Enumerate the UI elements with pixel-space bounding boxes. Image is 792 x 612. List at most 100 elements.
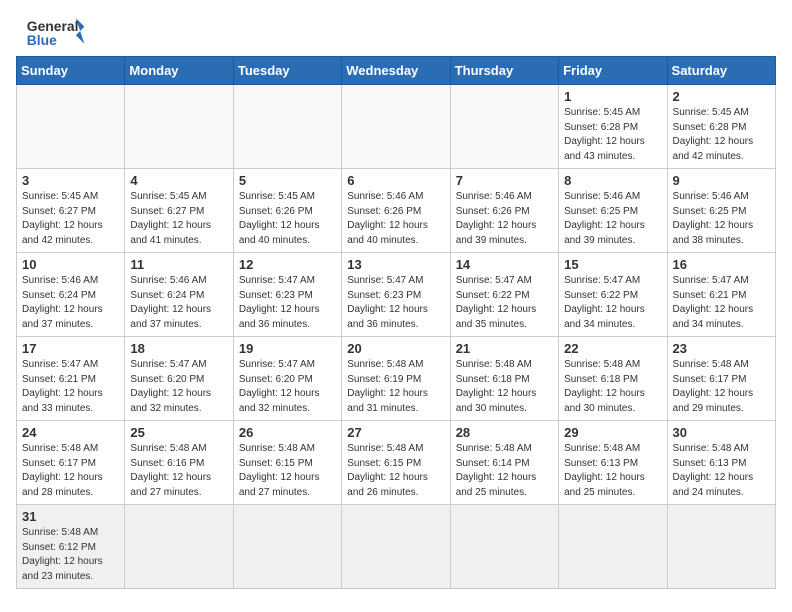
- day-cell: 31 Sunrise: 5:48 AM Sunset: 6:12 PM Dayli…: [17, 505, 125, 589]
- day-cell: 11Sunrise: 5:46 AM Sunset: 6:24 PM Dayli…: [125, 253, 233, 337]
- day-cell: 10Sunrise: 5:46 AM Sunset: 6:24 PM Dayli…: [17, 253, 125, 337]
- day-number: 1: [564, 89, 661, 104]
- day-number: 15: [564, 257, 661, 272]
- day-cell: [559, 505, 667, 589]
- calendar-table: SundayMondayTuesdayWednesdayThursdayFrid…: [16, 56, 776, 589]
- day-info: Sunrise: 5:45 AM Sunset: 6:26 PM Dayligh…: [239, 190, 336, 248]
- day-cell: 2Sunrise: 5:45 AM Sunset: 6:28 PM Daylig…: [667, 85, 775, 169]
- day-cell: [342, 85, 450, 169]
- day-number: 10: [22, 257, 119, 272]
- day-cell: 7 Sunrise: 5:46 AM Sunset: 6:26 PM Daylig…: [450, 169, 558, 253]
- weekday-header-row: SundayMondayTuesdayWednesdayThursdayFrid…: [17, 57, 776, 85]
- week-row-3: 10 Sunrise: 5:46 AM Sunset: 6:24 PM Dayli…: [17, 253, 776, 337]
- day-cell: 9Sunrise: 5:46 AM Sunset: 6:25 PM Daylig…: [667, 169, 775, 253]
- day-number: 19: [239, 341, 336, 356]
- day-number: 22: [564, 341, 661, 356]
- day-cell: 26 Sunrise: 5:48 AM Sunset: 6:15 PM Dayli…: [233, 421, 341, 505]
- day-number: 25: [130, 425, 227, 440]
- day-info: Sunrise: 5:48 AM Sunset: 6:16 PM Dayligh…: [130, 442, 227, 500]
- day-number: 8: [564, 173, 661, 188]
- day-info: Sunrise: 5:45 AM Sunset: 6:27 PM Dayligh…: [130, 190, 227, 248]
- day-cell: [17, 85, 125, 169]
- day-number: 3: [22, 173, 119, 188]
- day-info: Sunrise: 5:48 AM Sunset: 6:18 PM Dayligh…: [456, 358, 553, 416]
- day-info: Sunrise: 5:46 AM Sunset: 6:26 PM Dayligh…: [456, 190, 553, 248]
- day-info: Sunrise: 5:48 AM Sunset: 6:13 PM Dayligh…: [564, 442, 661, 500]
- day-cell: 22 Sunrise: 5:48 AM Sunset: 6:18 PM Dayli…: [559, 337, 667, 421]
- day-cell: [450, 505, 558, 589]
- day-number: 21: [456, 341, 553, 356]
- day-cell: 24Sunrise: 5:48 AM Sunset: 6:17 PM Dayli…: [17, 421, 125, 505]
- day-info: Sunrise: 5:48 AM Sunset: 6:18 PM Dayligh…: [564, 358, 661, 416]
- day-info: Sunrise: 5:48 AM Sunset: 6:19 PM Dayligh…: [347, 358, 444, 416]
- day-info: Sunrise: 5:48 AM Sunset: 6:12 PM Dayligh…: [22, 526, 119, 584]
- day-number: 4: [130, 173, 227, 188]
- day-info: Sunrise: 5:47 AM Sunset: 6:20 PM Dayligh…: [130, 358, 227, 416]
- day-number: 28: [456, 425, 553, 440]
- day-cell: 4 Sunrise: 5:45 AM Sunset: 6:27 PM Daylig…: [125, 169, 233, 253]
- day-number: 23: [673, 341, 770, 356]
- day-cell: 14 Sunrise: 5:47 AM Sunset: 6:22 PM Dayli…: [450, 253, 558, 337]
- day-cell: [125, 85, 233, 169]
- logo-icon: GeneralBlue: [16, 16, 76, 48]
- day-info: Sunrise: 5:46 AM Sunset: 6:25 PM Dayligh…: [673, 190, 770, 248]
- day-cell: 20 Sunrise: 5:48 AM Sunset: 6:19 PM Dayli…: [342, 337, 450, 421]
- day-cell: 29 Sunrise: 5:48 AM Sunset: 6:13 PM Dayli…: [559, 421, 667, 505]
- day-cell: 8 Sunrise: 5:46 AM Sunset: 6:25 PM Daylig…: [559, 169, 667, 253]
- weekday-tuesday: Tuesday: [233, 57, 341, 85]
- day-number: 7: [456, 173, 553, 188]
- day-info: Sunrise: 5:47 AM Sunset: 6:20 PM Dayligh…: [239, 358, 336, 416]
- day-number: 2: [673, 89, 770, 104]
- day-number: 20: [347, 341, 444, 356]
- weekday-friday: Friday: [559, 57, 667, 85]
- day-number: 27: [347, 425, 444, 440]
- week-row-4: 17Sunrise: 5:47 AM Sunset: 6:21 PM Dayli…: [17, 337, 776, 421]
- svg-text:Blue: Blue: [27, 32, 57, 48]
- day-cell: [233, 85, 341, 169]
- day-info: Sunrise: 5:48 AM Sunset: 6:17 PM Dayligh…: [22, 442, 119, 500]
- week-row-1: 1 Sunrise: 5:45 AM Sunset: 6:28 PM Daylig…: [17, 85, 776, 169]
- day-cell: 19 Sunrise: 5:47 AM Sunset: 6:20 PM Dayli…: [233, 337, 341, 421]
- week-row-2: 3 Sunrise: 5:45 AM Sunset: 6:27 PM Daylig…: [17, 169, 776, 253]
- day-info: Sunrise: 5:48 AM Sunset: 6:17 PM Dayligh…: [673, 358, 770, 416]
- day-number: 12: [239, 257, 336, 272]
- day-cell: 27 Sunrise: 5:48 AM Sunset: 6:15 PM Dayli…: [342, 421, 450, 505]
- day-info: Sunrise: 5:47 AM Sunset: 6:22 PM Dayligh…: [564, 274, 661, 332]
- day-cell: 15 Sunrise: 5:47 AM Sunset: 6:22 PM Dayli…: [559, 253, 667, 337]
- day-cell: 21 Sunrise: 5:48 AM Sunset: 6:18 PM Dayli…: [450, 337, 558, 421]
- day-cell: 13Sunrise: 5:47 AM Sunset: 6:23 PM Dayli…: [342, 253, 450, 337]
- day-cell: [233, 505, 341, 589]
- day-cell: [667, 505, 775, 589]
- day-cell: 23 Sunrise: 5:48 AM Sunset: 6:17 PM Dayli…: [667, 337, 775, 421]
- day-cell: 25 Sunrise: 5:48 AM Sunset: 6:16 PM Dayli…: [125, 421, 233, 505]
- day-info: Sunrise: 5:48 AM Sunset: 6:14 PM Dayligh…: [456, 442, 553, 500]
- day-number: 31: [22, 509, 119, 524]
- day-number: 14: [456, 257, 553, 272]
- day-info: Sunrise: 5:45 AM Sunset: 6:28 PM Dayligh…: [564, 106, 661, 164]
- day-info: Sunrise: 5:46 AM Sunset: 6:26 PM Dayligh…: [347, 190, 444, 248]
- day-info: Sunrise: 5:45 AM Sunset: 6:27 PM Dayligh…: [22, 190, 119, 248]
- day-info: Sunrise: 5:48 AM Sunset: 6:15 PM Dayligh…: [239, 442, 336, 500]
- day-info: Sunrise: 5:47 AM Sunset: 6:23 PM Dayligh…: [239, 274, 336, 332]
- day-info: Sunrise: 5:46 AM Sunset: 6:25 PM Dayligh…: [564, 190, 661, 248]
- day-info: Sunrise: 5:47 AM Sunset: 6:21 PM Dayligh…: [673, 274, 770, 332]
- day-info: Sunrise: 5:48 AM Sunset: 6:15 PM Dayligh…: [347, 442, 444, 500]
- logo: GeneralBlue: [16, 16, 76, 48]
- day-cell: [125, 505, 233, 589]
- day-info: Sunrise: 5:48 AM Sunset: 6:13 PM Dayligh…: [673, 442, 770, 500]
- day-number: 13: [347, 257, 444, 272]
- day-info: Sunrise: 5:47 AM Sunset: 6:21 PM Dayligh…: [22, 358, 119, 416]
- weekday-saturday: Saturday: [667, 57, 775, 85]
- weekday-thursday: Thursday: [450, 57, 558, 85]
- day-cell: 6Sunrise: 5:46 AM Sunset: 6:26 PM Daylig…: [342, 169, 450, 253]
- day-info: Sunrise: 5:47 AM Sunset: 6:22 PM Dayligh…: [456, 274, 553, 332]
- day-info: Sunrise: 5:46 AM Sunset: 6:24 PM Dayligh…: [130, 274, 227, 332]
- weekday-wednesday: Wednesday: [342, 57, 450, 85]
- day-cell: 16Sunrise: 5:47 AM Sunset: 6:21 PM Dayli…: [667, 253, 775, 337]
- day-number: 26: [239, 425, 336, 440]
- day-number: 18: [130, 341, 227, 356]
- day-cell: 28 Sunrise: 5:48 AM Sunset: 6:14 PM Dayli…: [450, 421, 558, 505]
- day-cell: [450, 85, 558, 169]
- day-cell: 17Sunrise: 5:47 AM Sunset: 6:21 PM Dayli…: [17, 337, 125, 421]
- day-number: 29: [564, 425, 661, 440]
